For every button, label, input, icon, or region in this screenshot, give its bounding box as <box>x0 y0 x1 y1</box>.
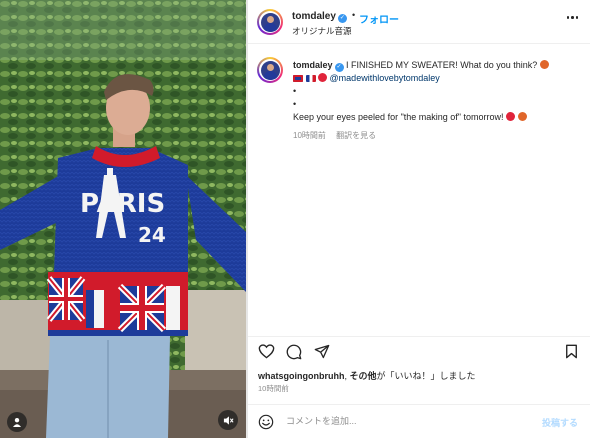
post-timestamp[interactable]: 10時間前 <box>258 383 289 394</box>
heart-icon[interactable] <box>258 344 275 359</box>
heart-emoji-icon <box>506 112 516 121</box>
caption-text: I FINISHED MY SWEATER! What do you think… <box>346 60 538 70</box>
post-sidebar: tomdaley ✓ • フォロー オリジナル音源 tomdaley ✓ I FIN… <box>248 0 590 438</box>
more-options-icon[interactable] <box>566 16 578 19</box>
bookmark-icon[interactable] <box>565 344 578 359</box>
uk-flag-emoji-icon <box>293 75 303 82</box>
comment-bar: 投稿する <box>248 404 590 438</box>
caption-dot: • <box>293 99 297 109</box>
caption-dot: • <box>293 86 297 96</box>
verified-badge-icon: ✓ <box>334 63 344 72</box>
sweater-number: 24 <box>138 223 166 247</box>
post-media[interactable]: PARIS 24 <box>0 0 246 438</box>
follow-button[interactable]: フォロー <box>359 11 399 26</box>
comment-input[interactable] <box>286 416 526 426</box>
france-flag-emoji-icon <box>305 75 316 82</box>
sweater-text: PARIS <box>80 189 165 219</box>
heart-emoji-icon <box>318 73 328 82</box>
post-header: tomdaley ✓ • フォロー オリジナル音源 <box>248 0 590 44</box>
likes-suffix: が「いいね！」しました <box>376 371 476 381</box>
emoji-icon[interactable] <box>258 414 274 430</box>
author-avatar[interactable] <box>257 9 283 35</box>
audio-link[interactable]: オリジナル音源 <box>292 25 352 37</box>
basketball-emoji-icon <box>517 112 527 121</box>
verified-badge-icon: ✓ <box>337 14 347 23</box>
caption-followup: Keep your eyes peeled for "the making of… <box>293 112 504 122</box>
comment-icon[interactable] <box>286 344 302 360</box>
share-icon[interactable] <box>314 344 330 359</box>
caption-avatar[interactable] <box>257 57 283 83</box>
liker-username[interactable]: whatsgoingonbruhh <box>258 371 344 381</box>
translate-link[interactable]: 翻訳を見る <box>336 131 376 140</box>
basketball-emoji-icon <box>539 60 549 69</box>
user-tag-button[interactable] <box>7 412 27 432</box>
author-username[interactable]: tomdaley ✓ <box>292 11 347 23</box>
post-comment-button[interactable]: 投稿する <box>542 416 578 429</box>
mute-icon <box>223 415 234 425</box>
caption-time: 10時間前 <box>293 131 326 140</box>
action-bar <box>248 336 590 364</box>
separator-dot: • <box>352 10 356 20</box>
likes-line: whatsgoingonbruhh, その他が「いいね！」しました <box>258 371 476 381</box>
user-tag-icon <box>13 418 21 427</box>
likes-others-link[interactable]: その他 <box>350 371 377 381</box>
mention-link[interactable]: @madewithlovebytomdaley <box>330 73 440 83</box>
video-frame: PARIS 24 <box>0 0 246 438</box>
caption-username[interactable]: tomdaley <box>293 60 333 70</box>
mute-button[interactable] <box>218 410 238 430</box>
